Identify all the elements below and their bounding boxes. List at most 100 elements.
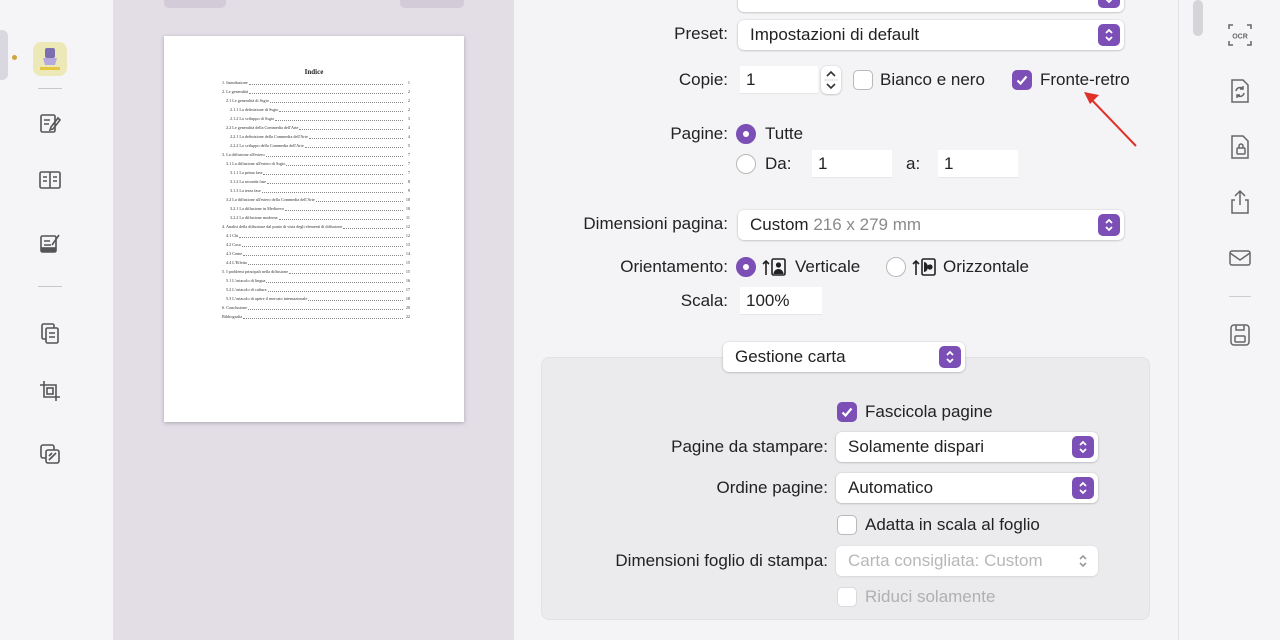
copies-field[interactable]: 1 bbox=[740, 66, 818, 94]
layers-button[interactable] bbox=[33, 437, 67, 471]
pages-all-radio[interactable] bbox=[736, 124, 756, 144]
page-order-select[interactable]: Automatico bbox=[836, 473, 1098, 503]
reduce-only-label: Riduci solamente bbox=[865, 587, 996, 606]
section-value: Gestione carta bbox=[735, 347, 846, 366]
edit-page-icon bbox=[40, 114, 62, 133]
organize-icon bbox=[41, 323, 59, 344]
sidebar-divider bbox=[38, 88, 62, 89]
preset-select[interactable]: Impostazioni di default bbox=[738, 20, 1124, 50]
bw-checkbox[interactable] bbox=[853, 70, 873, 90]
toc-leader-dots bbox=[279, 106, 403, 112]
select-arrows-icon bbox=[1072, 477, 1094, 499]
toc-entry-text: 6. Conclusione bbox=[222, 305, 248, 310]
toc-entry: 3.1.3 La terza fase 9 bbox=[230, 187, 410, 195]
collate-label: Fascicola pagine bbox=[865, 402, 993, 421]
toc-leader-dots bbox=[248, 79, 403, 85]
toc-entry-text: 3.2.1 La diffusione in Medioevo bbox=[230, 206, 285, 211]
crop-button[interactable] bbox=[33, 374, 67, 408]
mail-button[interactable] bbox=[1227, 245, 1253, 271]
sidebar-edge-handle[interactable] bbox=[0, 30, 8, 80]
toc-leader-dots bbox=[275, 115, 403, 121]
collate-checkbox[interactable] bbox=[837, 402, 857, 422]
toc-leader-dots bbox=[343, 223, 403, 229]
toc-entry: 2.2 Le generalità della Commedia dell'Ar… bbox=[226, 124, 410, 132]
pages-from-field[interactable]: 1 bbox=[812, 150, 892, 178]
scale-label: Scala: bbox=[680, 291, 728, 310]
ocr-button[interactable]: OCR bbox=[1227, 22, 1253, 48]
fit-to-paper-checkbox[interactable] bbox=[837, 515, 857, 535]
preview-prev-button[interactable] bbox=[164, 0, 226, 8]
pages-to-field[interactable]: 1 bbox=[938, 150, 1018, 178]
toc-entry-page: 7 bbox=[407, 161, 410, 166]
mail-icon bbox=[1229, 250, 1251, 266]
page-thumbnail: Indice 1. Introduzione 1 2. Le generalità 2… bbox=[164, 36, 464, 422]
toc-entry-page: 2 bbox=[407, 98, 410, 103]
annotate-button[interactable] bbox=[33, 226, 67, 260]
paper-size-label: Dimensioni pagina: bbox=[583, 214, 728, 233]
landscape-radio[interactable] bbox=[886, 257, 906, 277]
edit-page-button[interactable] bbox=[33, 106, 67, 140]
select-arrows-icon bbox=[1098, 214, 1120, 236]
select-arrows-icon bbox=[1098, 0, 1120, 8]
pages-range-radio[interactable] bbox=[736, 154, 756, 174]
scrollbar-thumb[interactable] bbox=[1193, 0, 1203, 36]
page-order-label: Ordine pagine: bbox=[716, 478, 828, 497]
toc-leader-dots bbox=[308, 295, 403, 301]
toc-entry-text: Bibliografia bbox=[222, 314, 243, 319]
dest-paper-label: Dimensioni foglio di stampa: bbox=[615, 551, 828, 570]
toc-entry: 3. La diffusione all'estero 7 bbox=[222, 151, 410, 159]
toc-entry: 5.1 L'ostacolo di lingua 16 bbox=[226, 277, 410, 285]
toc-entry: 4.2 Cosa 13 bbox=[226, 241, 410, 249]
paper-size-value: Custom bbox=[750, 215, 809, 234]
highlighter-button[interactable] bbox=[33, 42, 67, 76]
toc-entry-page: 10 bbox=[405, 197, 410, 202]
scale-field[interactable]: 100% bbox=[740, 287, 822, 315]
paper-size-select[interactable]: Custom 216 x 279 mm bbox=[738, 210, 1124, 240]
toc-entry-page: 18 bbox=[405, 296, 410, 301]
toc-entry-text: 3.1.1 La prima fase bbox=[230, 170, 263, 175]
toc-entry: 3.2.2 La diffusione moderna 11 bbox=[230, 214, 410, 222]
reader-icon bbox=[39, 171, 61, 189]
copies-stepper[interactable] bbox=[821, 66, 841, 94]
toc-entry-page: 16 bbox=[405, 278, 410, 283]
toc-leader-dots bbox=[286, 160, 403, 166]
toc-leader-dots bbox=[308, 133, 403, 139]
preview-next-button[interactable] bbox=[400, 0, 464, 8]
toc-leader-dots bbox=[248, 304, 403, 310]
toc-entry-page: 17 bbox=[405, 287, 410, 292]
section-select[interactable]: Gestione carta bbox=[723, 342, 965, 372]
convert-button[interactable] bbox=[1227, 78, 1253, 104]
layers-icon bbox=[40, 444, 60, 464]
portrait-radio[interactable] bbox=[736, 257, 756, 277]
toc-entry-text: 4.2 Cosa bbox=[226, 242, 241, 247]
app-sidebar bbox=[0, 0, 114, 640]
reader-button[interactable] bbox=[33, 163, 67, 197]
toc-leader-dots bbox=[261, 187, 403, 193]
printer-select[interactable] bbox=[738, 0, 1124, 12]
crop-icon bbox=[40, 381, 60, 401]
toc-entry-text: 4.1 Chi bbox=[226, 233, 239, 238]
toc-leader-dots bbox=[263, 169, 403, 175]
share-button[interactable] bbox=[1227, 189, 1253, 215]
toc-entry-text: 3.2 La diffusione all'estero della Comme… bbox=[226, 197, 315, 202]
organize-button[interactable] bbox=[33, 316, 67, 350]
toc-entry-page: 5 bbox=[407, 143, 410, 148]
save-button[interactable] bbox=[1227, 322, 1253, 348]
sidebar-indicator-dot bbox=[12, 55, 17, 60]
pages-to-print-label: Pagine da stampare: bbox=[671, 437, 828, 456]
toc-leader-dots bbox=[249, 88, 403, 94]
toc-entry: 2.1.1 La definizione di Ssgio 2 bbox=[230, 106, 410, 114]
toc-entry-text: 2.1.2 Lo sviluppo di Ssgio bbox=[230, 116, 275, 121]
toc-leader-dots bbox=[243, 313, 403, 319]
toc-entry: 5.3 L'ostacolo di aprire il mercato inte… bbox=[226, 295, 410, 303]
toc-entry-text: 3.1.2 La seconda fase bbox=[230, 179, 267, 184]
pages-to-print-select[interactable]: Solamente dispari bbox=[836, 432, 1098, 462]
protect-button[interactable] bbox=[1227, 134, 1253, 160]
reduce-only-checkbox bbox=[837, 587, 857, 607]
toc-entry-text: 4.3 Come bbox=[226, 251, 243, 256]
toc-leader-dots bbox=[266, 277, 403, 283]
toc-entry-page: 2 bbox=[407, 89, 410, 94]
toc-entry-text: 5.2 L'ostacolo di cultura bbox=[226, 287, 267, 292]
toc-title: Indice bbox=[304, 68, 324, 76]
duplex-checkbox[interactable] bbox=[1012, 70, 1032, 90]
